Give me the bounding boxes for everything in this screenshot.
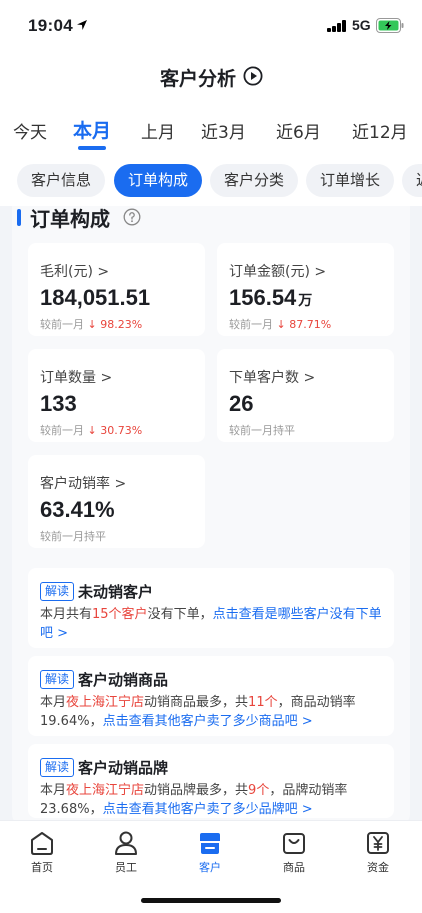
insight-tag: 解读 xyxy=(40,582,75,601)
tab-customer-info[interactable]: 客户信息 xyxy=(17,164,106,197)
store-icon xyxy=(200,833,220,854)
insight-inactive-customers[interactable]: 解读 未动销客户 本月共有15个客户没有下单，点击查看是哪些客户没有下单吧 > xyxy=(28,568,394,648)
play-circle-icon[interactable] xyxy=(243,66,263,86)
metric-compare: 较前一月持平 xyxy=(229,424,295,437)
metric-order-count[interactable]: 订单数量 > 133 较前一月 ↓ 30.73% xyxy=(28,349,205,442)
active-tab-indicator xyxy=(78,146,106,150)
category-tabs: 客户信息 订单构成 客户分类 订单增长 近 xyxy=(0,154,422,206)
metric-value: 156.54 万 xyxy=(229,285,313,310)
insight-title: 客户动销品牌 xyxy=(78,759,169,777)
insight-body: 本月共有15个客户没有下单，点击查看是哪些客户没有下单吧 > xyxy=(40,607,382,641)
metric-value: 63.41% xyxy=(40,497,115,522)
metric-label: 下单客户数 > xyxy=(229,370,316,386)
tab-last-12-months[interactable]: 近12月 xyxy=(352,118,408,143)
tab-last-3-months[interactable]: 近3月 xyxy=(201,118,246,143)
metric-value: 133 xyxy=(40,391,77,416)
insight-tag: 解读 xyxy=(40,758,75,777)
home-icon xyxy=(31,832,53,855)
metric-label: 毛利(元) > xyxy=(40,264,110,280)
metric-compare: 较前一月 ↓ 87.71% xyxy=(229,318,332,331)
metric-label: 订单数量 > xyxy=(40,370,113,386)
insight-body: 本月夜上海江宁店动销品牌最多，共9个，品牌动销率23.68%，点击查看其他客户卖… xyxy=(40,783,348,817)
nav-home[interactable]: 首页 xyxy=(12,829,72,875)
page-title: 客户分析 xyxy=(159,68,236,90)
bag-icon xyxy=(283,833,305,854)
insight-customer-products[interactable]: 解读 客户动销商品 本月夜上海江宁店动销商品最多，共11个，商品动销率19.64… xyxy=(28,656,394,736)
change-down: ↓ 98.23% xyxy=(87,318,143,331)
metric-unit: 万 xyxy=(298,292,313,308)
nav-products[interactable]: 商品 xyxy=(264,829,324,875)
yuan-icon xyxy=(367,832,389,854)
insight-link[interactable]: 点击查看其他客户卖了多少品牌吧 > xyxy=(103,802,313,817)
nav-funds[interactable]: 资金 xyxy=(348,829,408,875)
metric-compare: 较前一月 ↓ 30.73% xyxy=(40,424,143,437)
section-title: 订单构成 xyxy=(30,207,110,231)
person-icon xyxy=(115,831,137,855)
tab-order-composition[interactable]: 订单构成 xyxy=(114,164,203,197)
metric-compare: 较前一月持平 xyxy=(40,530,106,543)
tab-last-month[interactable]: 上月 xyxy=(141,118,175,143)
change-down: ↓ 87.71% xyxy=(276,318,332,331)
status-bar: 19:04 5G xyxy=(0,0,422,50)
metric-gross-profit[interactable]: 毛利(元) > 184,051.51 较前一月 ↓ 98.23% xyxy=(28,243,205,336)
insight-title: 未动销客户 xyxy=(78,583,154,601)
battery-charging-icon xyxy=(376,18,404,33)
insight-customer-brands[interactable]: 解读 客户动销品牌 本月夜上海江宁店动销品牌最多，共9个，品牌动销率23.68%… xyxy=(28,744,394,818)
insight-title: 客户动销商品 xyxy=(78,671,169,689)
help-icon[interactable] xyxy=(123,208,141,226)
metric-customer-sell-through[interactable]: 客户动销率 > 63.41% 较前一月持平 xyxy=(28,455,205,548)
tab-today[interactable]: 今天 xyxy=(13,118,47,143)
tab-last-6-months[interactable]: 近6月 xyxy=(276,118,321,143)
metric-value: 26 xyxy=(229,391,254,416)
home-indicator xyxy=(141,898,281,903)
network-type: 5G xyxy=(352,17,371,33)
metric-order-amount[interactable]: 订单金额(元) > 156.54 万 较前一月 ↓ 87.71% xyxy=(217,243,394,336)
metric-ordering-customers[interactable]: 下单客户数 > 26 较前一月持平 xyxy=(217,349,394,442)
nav-customer[interactable]: 客户 xyxy=(180,829,240,875)
metric-compare: 较前一月 ↓ 98.23% xyxy=(40,318,143,331)
nav-staff[interactable]: 员工 xyxy=(96,829,156,875)
tab-customer-category[interactable]: 客户分类 xyxy=(210,164,299,197)
location-arrow-icon xyxy=(77,20,87,30)
tab-order-growth[interactable]: 订单增长 xyxy=(306,164,395,197)
metric-label: 订单金额(元) > xyxy=(229,264,327,280)
tab-this-month[interactable]: 本月 xyxy=(73,116,111,143)
insight-body: 本月夜上海江宁店动销商品最多，共11个，商品动销率19.64%，点击查看其他客户… xyxy=(40,695,356,729)
section-accent-bar xyxy=(17,209,21,226)
header: 客户分析 xyxy=(0,50,422,106)
signal-icon xyxy=(327,20,347,32)
metric-label: 客户动销率 > xyxy=(40,476,127,492)
metric-value: 184,051.51 xyxy=(40,285,151,310)
change-down: ↓ 30.73% xyxy=(87,424,143,437)
insight-link[interactable]: 点击查看其他客户卖了多少商品吧 > xyxy=(103,714,313,729)
status-time: 19:04 xyxy=(28,16,73,35)
tab-more[interactable]: 近 xyxy=(402,164,422,197)
insight-tag: 解读 xyxy=(40,670,75,689)
period-tabs: 今天 本月 上月 近3月 近6月 近12月 xyxy=(0,106,422,154)
